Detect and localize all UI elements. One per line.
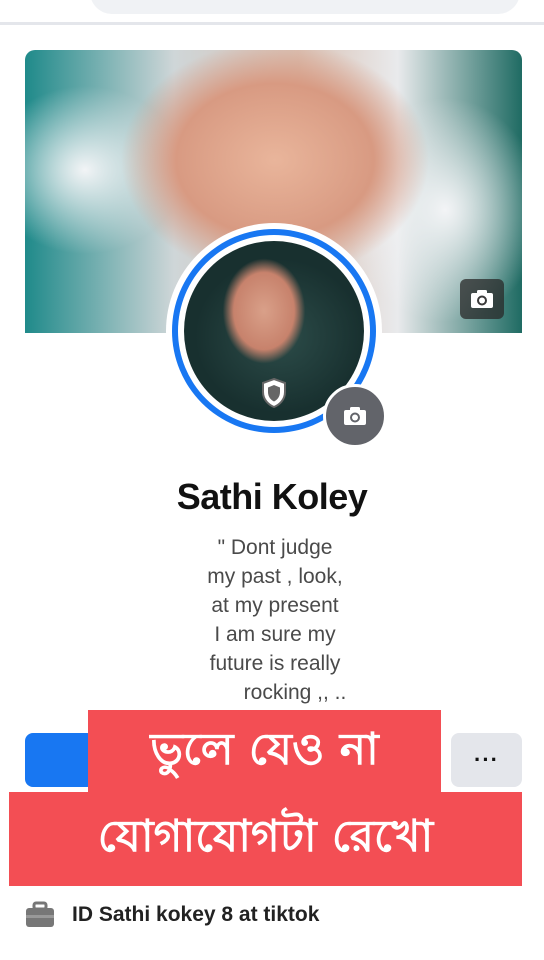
bio-line: rocking ,, .. (243, 681, 347, 704)
bio-line: future is really (209, 652, 341, 675)
camera-icon (471, 290, 493, 308)
overlay-caption-line-1: ভুলে যেও না (88, 710, 441, 794)
profile-name: Sathi Koley (176, 476, 368, 517)
overlay-caption-line-2: যোগাযোগটা রেখো (9, 792, 522, 886)
profile-bio: " Dont judge my past , look, at my prese… (150, 533, 400, 707)
bio-line: at my present (211, 594, 339, 617)
shield-icon (258, 375, 290, 411)
bio-line: " Dont judge (217, 536, 333, 559)
bio-line: my past , look, (207, 565, 343, 588)
work-info-row: ID Sathi kokey 8 at tiktok (24, 898, 319, 932)
briefcase-icon (24, 900, 56, 930)
more-options-button[interactable]: ··· (451, 733, 522, 787)
search-bar[interactable] (90, 0, 520, 14)
cover-camera-button[interactable] (460, 279, 504, 319)
avatar-camera-button[interactable] (323, 384, 387, 448)
add-to-story-button[interactable] (25, 733, 95, 787)
camera-icon (344, 407, 366, 425)
bio-line: I am sure my (214, 623, 336, 646)
header-divider (0, 22, 544, 25)
work-text: ID Sathi kokey 8 at tiktok (72, 903, 320, 926)
